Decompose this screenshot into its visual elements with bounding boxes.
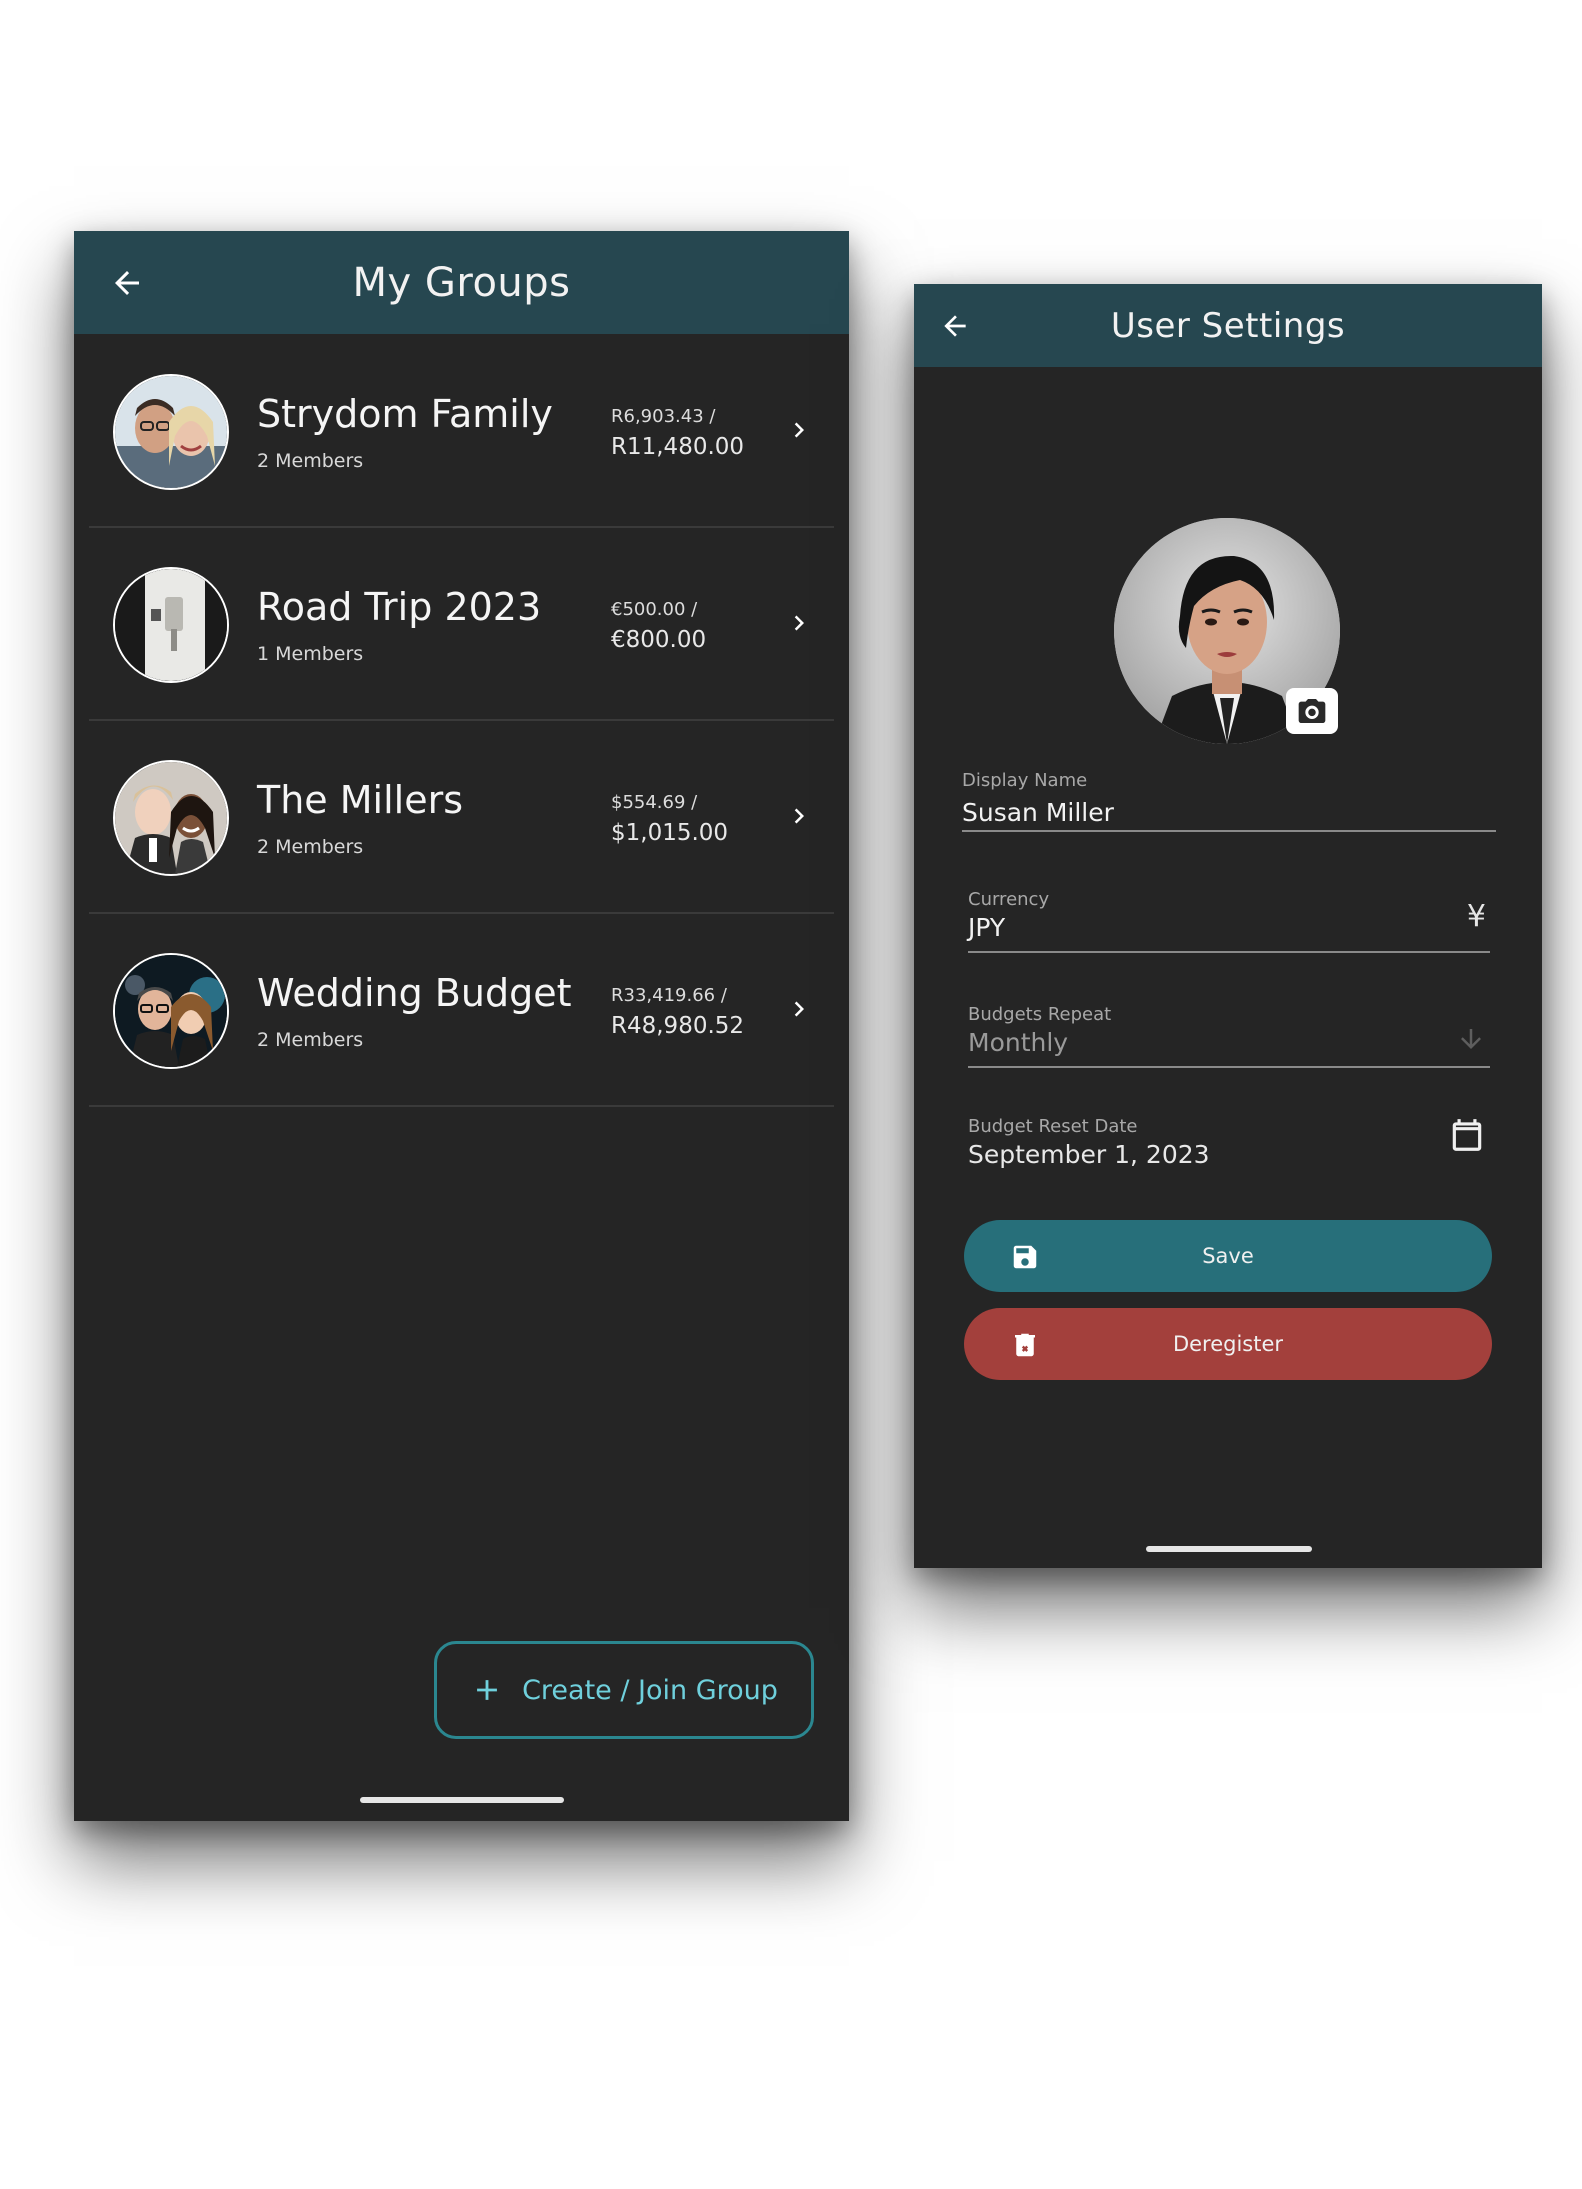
currency-field[interactable]: Currency JPY ¥ xyxy=(968,889,1490,953)
page-title: User Settings xyxy=(1110,305,1346,346)
create-join-group-label: Create / Join Group xyxy=(522,1674,778,1706)
plus-icon xyxy=(477,1680,497,1700)
group-row-the-millers[interactable]: The Millers 2 Members $554.69 / $1,015.0… xyxy=(89,720,834,914)
back-button[interactable] xyxy=(102,258,152,308)
group-members-count: 2 Members xyxy=(257,1029,364,1051)
group-budget: $1,015.00 xyxy=(611,820,729,846)
group-budget: R11,480.00 xyxy=(611,434,745,460)
group-name: The Millers xyxy=(257,778,464,822)
group-budget: €800.00 xyxy=(611,627,707,653)
save-label: Save xyxy=(1202,1244,1254,1268)
chevron-right-icon xyxy=(794,422,804,438)
delete-icon xyxy=(1015,1333,1035,1357)
budget-reset-date-value: September 1, 2023 xyxy=(968,1140,1210,1169)
group-members-count: 2 Members xyxy=(257,450,364,472)
yen-icon: ¥ xyxy=(1466,899,1486,934)
currency-value: JPY xyxy=(968,913,1006,942)
field-underline xyxy=(962,830,1496,832)
group-avatar xyxy=(113,567,229,683)
create-join-group-button[interactable]: Create / Join Group xyxy=(434,1641,814,1739)
group-spent: €500.00 / xyxy=(611,599,698,620)
budgets-repeat-field[interactable]: Budgets Repeat Monthly xyxy=(968,1004,1490,1068)
field-underline xyxy=(968,951,1490,953)
group-members-count: 2 Members xyxy=(257,836,364,858)
deregister-button[interactable]: Deregister xyxy=(964,1308,1492,1380)
chevron-right-icon xyxy=(794,1001,804,1017)
currency-label: Currency xyxy=(968,889,1050,910)
arrow-left-icon xyxy=(115,270,139,295)
group-row-road-trip-2023[interactable]: Road Trip 2023 1 Members €500.00 / €800.… xyxy=(89,527,834,721)
back-button[interactable] xyxy=(930,301,980,351)
group-avatar xyxy=(113,760,229,876)
budget-reset-date-field[interactable]: Budget Reset Date September 1, 2023 xyxy=(968,1116,1490,1176)
my-groups-screen: My Groups Strydom Family 2 Members R6,90… xyxy=(74,231,849,1821)
group-members-count: 1 Members xyxy=(257,643,364,665)
chevron-right-icon xyxy=(794,615,804,631)
chevron-right-icon xyxy=(794,808,804,824)
group-spent: $554.69 / xyxy=(611,792,698,813)
group-avatar xyxy=(113,374,229,490)
arrow-down-icon xyxy=(1461,1029,1481,1049)
display-name-field[interactable]: Display Name Susan Miller xyxy=(962,770,1496,832)
camera-icon xyxy=(1298,699,1326,723)
user-settings-screen: User Settings Display Name Susan Miller … xyxy=(914,284,1542,1568)
group-avatar xyxy=(113,953,229,1069)
save-button[interactable]: Save xyxy=(964,1220,1492,1292)
group-spent: R33,419.66 / xyxy=(611,985,727,1006)
budgets-repeat-label: Budgets Repeat xyxy=(968,1004,1112,1025)
save-icon xyxy=(1013,1245,1037,1269)
group-spent: R6,903.43 / xyxy=(611,406,716,427)
change-photo-button[interactable] xyxy=(1286,688,1338,734)
field-underline xyxy=(968,1066,1490,1068)
page-title: My Groups xyxy=(352,259,571,306)
deregister-label: Deregister xyxy=(1172,1332,1284,1356)
group-name: Wedding Budget xyxy=(257,971,572,1015)
group-name: Strydom Family xyxy=(257,392,553,436)
arrow-left-icon xyxy=(944,314,966,337)
calendar-icon[interactable] xyxy=(1448,1116,1486,1154)
home-indicator xyxy=(1146,1546,1312,1552)
group-row-strydom-family[interactable]: Strydom Family 2 Members R6,903.43 / R11… xyxy=(89,334,834,528)
settings-app-bar: User Settings xyxy=(914,284,1542,367)
groups-app-bar: My Groups xyxy=(74,231,849,334)
budget-reset-date-label: Budget Reset Date xyxy=(968,1116,1138,1137)
group-row-wedding-budget[interactable]: Wedding Budget 2 Members R33,419.66 / R4… xyxy=(89,913,834,1107)
group-budget: R48,980.52 xyxy=(611,1013,745,1039)
display-name-value: Susan Miller xyxy=(962,798,1114,827)
home-indicator xyxy=(360,1797,564,1803)
budgets-repeat-value: Monthly xyxy=(968,1028,1069,1057)
group-name: Road Trip 2023 xyxy=(257,585,542,629)
display-name-label: Display Name xyxy=(962,770,1088,791)
